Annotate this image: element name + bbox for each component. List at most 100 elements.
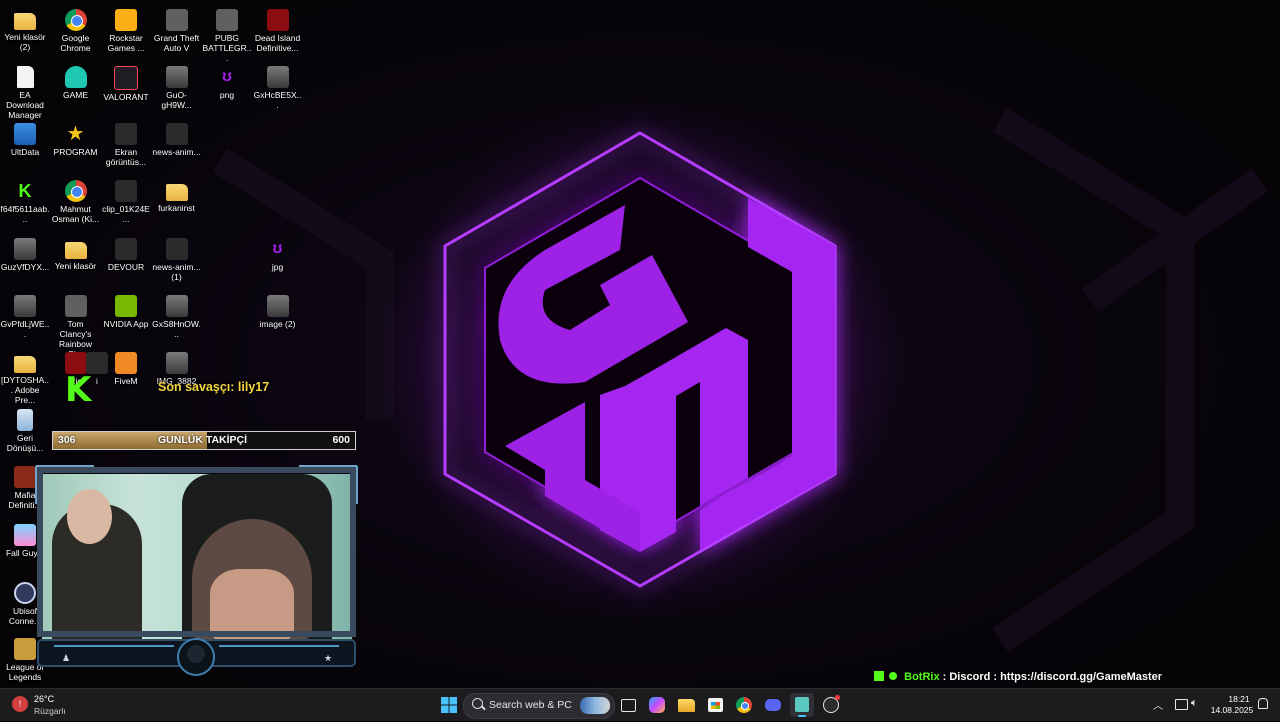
desktop-icon-label: Grand Theft Auto V [153,33,200,53]
desktop-icon[interactable]: UltData [0,118,50,157]
desktop-icon[interactable]: clip_01K24E... [101,175,151,224]
svg-text:♟: ♟ [62,653,70,663]
bot-name: BotRix [904,671,940,683]
obs-button[interactable] [819,693,843,717]
folder-icon [64,242,87,259]
ultdata-icon [14,123,36,145]
follower-current: 306 [58,434,76,446]
image-icon [266,66,289,88]
desktop-icon[interactable]: GuzVfDYX... [0,233,50,272]
lol-icon [14,638,36,660]
desktop-icon[interactable]: GxS8HnOW... [152,290,202,339]
chrome-icon-center [741,702,749,710]
store-button[interactable] [703,693,727,717]
desktop-icon-label: Ekran görüntüs... [105,147,147,167]
store-icon-grid [711,702,720,709]
desktop-icon[interactable]: DEVOUR [101,233,151,272]
screenshot-icon [115,123,137,145]
star-icon: ★ [66,123,85,145]
chat-bot-message: BotRix : Discord : https://discord.gg/Ga… [874,671,1162,683]
desktop-icon-label: GxHcBE5X... [253,90,302,110]
follower-target: 600 [332,434,350,446]
image-icon [165,352,188,374]
png-icon: ʊ [222,68,232,85]
tray-chevron-icon[interactable]: ︿ [1153,697,1163,712]
desktop-icon[interactable]: Dead Island Definitive... [253,4,303,53]
search-highlight-icon [580,697,610,714]
desktop-icon-label: UltData [10,147,40,157]
desktop-icon[interactable]: Rockstar Games ... [101,4,151,53]
desktop-icon[interactable]: NVIDIA App [101,290,151,329]
file-explorer-button[interactable] [674,693,698,717]
desktop-icon-label: news-anim... [152,147,201,157]
desktop-icon[interactable]: EA Download Manager [0,61,50,120]
desktop-icon[interactable]: Kf64f5611aab... [0,175,50,224]
desktop-icon[interactable]: Mahmut Osman (Ki... [51,175,101,224]
desktop-icon-label: PROGRAM [53,147,98,157]
desktop-icon-label: clip_01K24E... [102,204,150,224]
desktop-icon[interactable]: GvPfdLjWE... [0,290,50,339]
desktop-icon[interactable]: furkaninst [152,175,202,213]
desktop-icon[interactable]: ʊ jpg [253,233,303,272]
active-app-button[interactable] [790,693,814,717]
desktop-icon-label: furkaninst [158,203,195,213]
desktop-icon[interactable]: Google Chrome [51,4,101,53]
desktop-icon[interactable]: [DYTOSHA... Adobe Pre... [0,347,50,405]
search-icon [472,698,483,709]
network-icon[interactable] [1175,699,1188,710]
bot-message-text: : Discord : https://discord.gg/GameMaste… [942,671,1163,683]
discord-icon [765,699,781,711]
desktop-icon-label: Yeni klasör [54,261,97,271]
desktop-icon[interactable]: Ekran görüntüs... [101,118,151,167]
weather-alert-icon: ! [12,696,28,712]
video-icon [165,238,188,260]
desktop-icon-label: GvPfdLjWE... [0,319,50,339]
chrome-icon [64,9,87,31]
task-view-button[interactable] [616,693,640,717]
svg-text:★: ★ [324,653,332,663]
rainbow-six-icon [64,295,87,317]
valorant-icon [114,66,138,90]
desktop-icon[interactable]: PUBG BATTLEGR... [202,4,252,63]
webcam-frame: ♟ ★ [35,465,358,676]
clock-date[interactable]: 14.08.2025 [1207,705,1257,715]
follower-goal-label: GUNLÜK TAKİPÇİ [158,434,248,446]
gta-icon [165,9,188,31]
kick-logo-overlay: K [65,370,92,410]
desktop-icon[interactable]: GAME [51,61,101,100]
desktop-icon[interactable]: Geri Dönüşü... [0,404,50,453]
search-placeholder: Search web & PC [489,699,572,711]
image-icon [266,295,289,317]
last-fighter-text: Son savaşçı: lily17 [158,380,270,394]
desktop-icon[interactable]: Grand Theft Auto V [152,4,202,53]
desktop-icon-label: GxS8HnOW... [152,319,201,339]
copilot-button[interactable] [645,693,669,717]
image-icon [14,238,36,260]
desktop-icon[interactable]: Yeni klasör [51,233,101,271]
fall-guys-icon [14,524,36,546]
desktop-icon[interactable]: FiveM [101,347,151,386]
taskbar-search-input[interactable]: Search web & PC [463,693,615,719]
task-view-icon [621,699,636,712]
desktop-icon[interactable]: news-anim... [152,118,202,157]
chrome-taskbar-button[interactable] [732,693,756,717]
weather-widget[interactable]: ! 26°C Rüzgarlı [10,692,90,718]
devour-icon [115,238,137,260]
desktop-icon[interactable]: ★ PROGRAM [51,118,101,157]
pubg-icon [216,9,238,31]
desktop-icon[interactable]: ʊ png [202,61,252,100]
desktop-icon[interactable]: GuO-gH9W... [152,61,202,110]
start-button[interactable] [437,693,461,717]
desktop-icon-label: DEVOUR [107,262,145,272]
volume-icon[interactable]: 🔈︎ [1191,697,1198,710]
desktop-icon[interactable]: news-anim... (1) [152,233,202,282]
discord-button[interactable] [761,693,785,717]
desktop-icon-label: Geri Dönüşü... [6,433,44,453]
desktop-icon[interactable]: Yeni klasör (2) [0,4,50,52]
desktop-icon-label: GAME [62,90,89,100]
clock-time[interactable]: 18:21 [1214,694,1264,704]
desktop-icon[interactable]: image (2) [253,290,303,329]
desktop-icon[interactable]: VALORANT [101,61,151,102]
desktop-icon[interactable]: GxHcBE5X... [253,61,303,110]
notification-bell-icon[interactable] [1258,698,1268,709]
